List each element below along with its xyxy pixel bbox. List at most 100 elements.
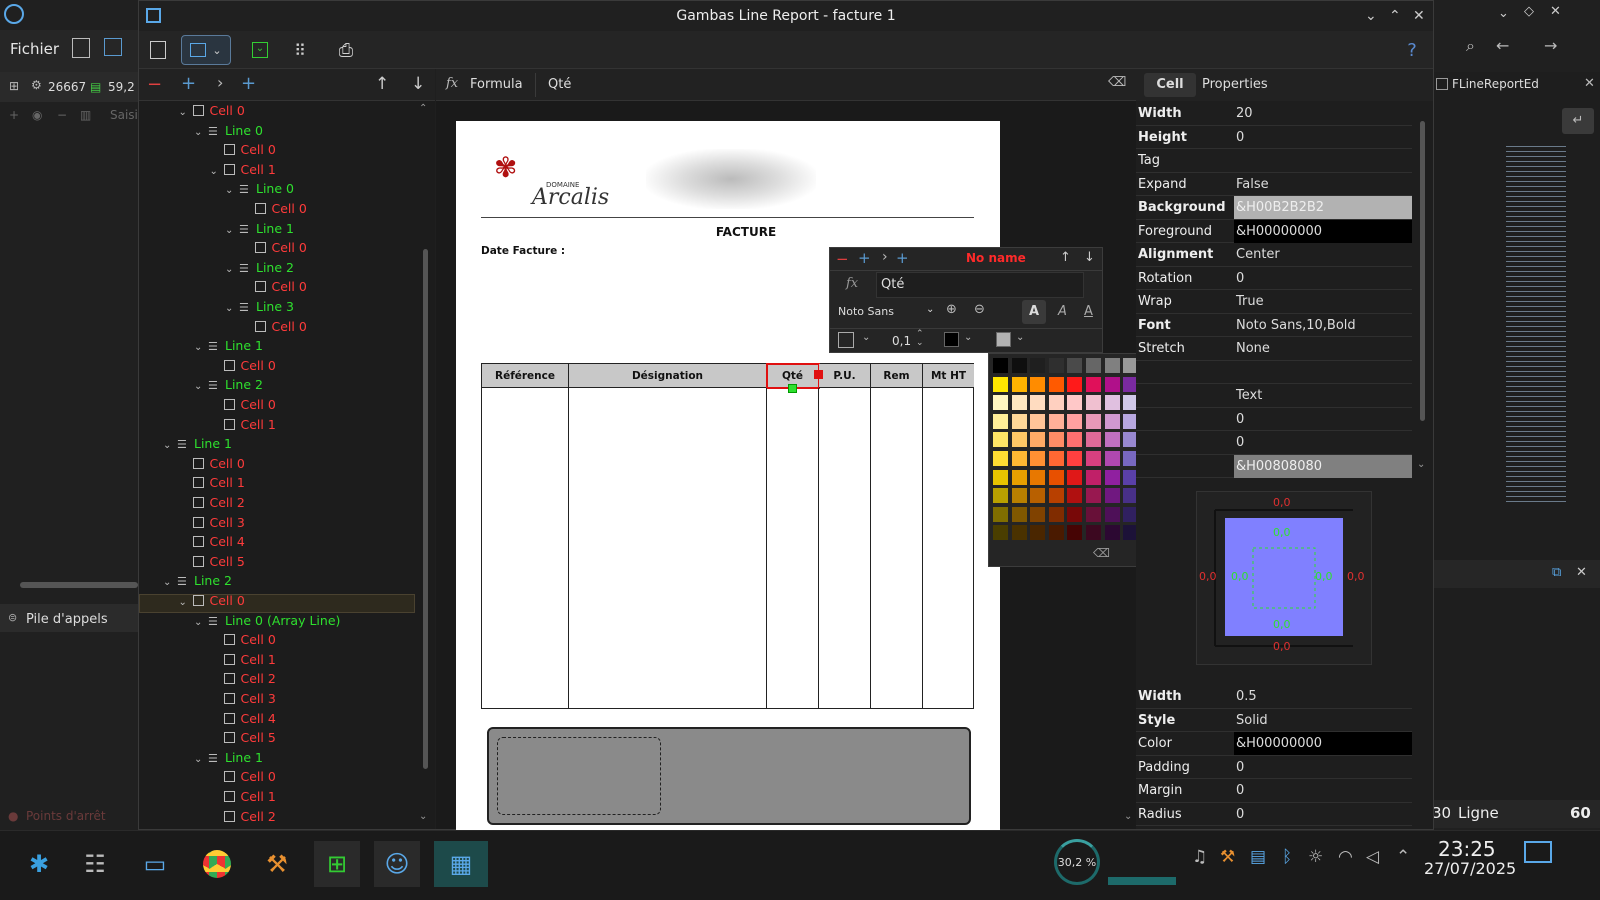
grid-icon[interactable]: ⠿ [285,35,315,65]
tray-expand-icon[interactable]: ⌃ [1396,847,1410,867]
add-node-icon[interactable]: + [181,73,196,94]
tree-row[interactable]: ⌄ ☰ Line 3 [225,297,294,317]
popup-formula-input[interactable]: Qté [876,272,1084,298]
files-icon[interactable]: ▭ [132,841,178,887]
move-up-icon[interactable]: ↑ [375,74,389,94]
property-row[interactable]: 0 [1136,408,1412,431]
property-value[interactable]: 0 [1234,803,1412,826]
color-swatch[interactable] [1048,395,1064,411]
tree-row[interactable]: ⌄ ☰ Line 0 [194,121,263,141]
tree-row[interactable]: Cell 2 [210,669,276,689]
color-swatch[interactable] [1048,488,1064,504]
color-swatch[interactable] [1104,358,1120,373]
property-row[interactable]: Alignment Center [1136,243,1412,267]
move-down-icon[interactable]: ↓ [411,74,425,94]
color-swatch[interactable] [1030,395,1046,411]
indent-icon[interactable]: › [882,249,888,265]
tree-row[interactable]: Cell 0 [179,454,245,474]
footer-box[interactable] [487,727,971,825]
property-value[interactable]: 0.5 [1234,685,1412,708]
tree-row[interactable]: Cell 1 [210,650,276,670]
property-row[interactable]: Foreground &H00000000 [1136,219,1412,243]
tree-row[interactable]: Cell 0 [241,277,307,297]
color-swatch[interactable] [993,358,1008,373]
bluetooth-icon[interactable]: ᛒ [1282,847,1292,867]
property-row[interactable]: Expand False [1136,173,1412,196]
open-report-button[interactable]: ⌄ [181,35,231,65]
property-row[interactable]: Width 20 [1136,102,1412,126]
clear-color-icon[interactable]: ⌫ [1093,546,1110,560]
property-row[interactable]: Stretch None [1136,337,1412,361]
tree-row[interactable]: Cell 0 [241,199,307,219]
color-swatch[interactable] [1011,395,1027,411]
remove-watch-icon[interactable]: − [57,108,67,122]
footer-inner-box[interactable] [497,737,661,815]
clipboard-icon[interactable]: ▤ [1250,847,1266,867]
spin-icon[interactable]: ⌃ ⌄ [916,330,924,348]
clock-date[interactable]: 27/07/2025 [1424,859,1516,878]
report-tree[interactable]: ⌄ Cell 0 ⌄ ☰ Line 0 Cell 0 ⌄ Cell 1 ⌄ ☰ Line 0 Cell… [139,101,435,829]
property-value[interactable] [1234,149,1412,172]
color-swatch[interactable] [1048,451,1064,466]
property-value[interactable]: 0 [1234,756,1412,779]
color-swatch[interactable] [1067,488,1083,504]
scroll-up-icon[interactable]: ⌃ [419,103,427,114]
color-swatch[interactable] [1104,488,1120,504]
external-icon[interactable]: ⧉ [1552,565,1561,580]
maximize-icon[interactable]: ⌃ [1389,1,1401,31]
new-report-icon[interactable] [143,35,173,65]
chevron-down-icon[interactable]: ⌄ [194,750,208,769]
toolbox-tray-icon[interactable]: ⚒ [1220,847,1235,867]
color-swatch[interactable] [1104,395,1120,411]
color-swatch[interactable] [1011,525,1027,541]
color-swatch[interactable] [993,451,1008,466]
chevron-down-icon[interactable]: ⌄ [194,123,208,142]
save-icon[interactable]: ⌄ [245,35,275,65]
chevron-down-icon[interactable]: ⌄ [1498,6,1509,21]
indent-icon[interactable]: › [217,73,223,92]
color-swatch[interactable] [1086,525,1101,541]
color-swatch[interactable] [1086,451,1101,466]
spreadsheet-icon[interactable]: ⊞ [314,841,360,887]
color-swatch[interactable] [993,525,1008,541]
property-value[interactable]: 0 [1234,126,1412,149]
wifi-icon[interactable]: ◠ [1338,847,1353,867]
close-tab-icon[interactable]: ✕ [1584,76,1595,91]
color-swatch[interactable] [1067,469,1083,485]
chevron-down-icon[interactable]: ⌄ [225,221,239,240]
close-icon[interactable]: ✕ [1413,1,1425,31]
color-swatch[interactable] [1086,432,1101,448]
color-swatch[interactable] [1067,506,1083,522]
move-up-icon[interactable]: ↑ [1060,250,1071,265]
property-value[interactable]: None [1234,337,1412,360]
property-value[interactable]: True [1234,290,1412,313]
tree-row[interactable]: Cell 5 [179,552,245,572]
color-swatch[interactable] [993,469,1008,485]
property-value[interactable]: 0 [1234,408,1412,431]
color-swatch[interactable] [1086,488,1101,504]
tree-row[interactable]: ⌄ ☰ Line 1 [194,336,263,356]
color-swatch[interactable] [1011,358,1027,373]
back-icon[interactable]: ← [1496,36,1509,55]
tree-row[interactable]: Cell 0 [210,140,276,160]
code-minimap[interactable] [1506,144,1566,504]
zoom-in-icon[interactable]: ⊕ [946,302,957,317]
props-scroll-down-icon[interactable]: ⌄ [1417,459,1425,470]
tree-row[interactable]: ⌄ Cell 0 [179,591,245,611]
zoom-out-icon[interactable]: ⊖ [974,302,985,317]
canvas-scroll-down-icon[interactable]: ⌄ [1124,811,1132,822]
remove-node-icon[interactable]: − [147,74,162,95]
property-value[interactable]: 0 [1234,779,1412,802]
chevron-down-icon[interactable]: ⌄ [225,181,239,200]
property-value[interactable] [1234,361,1412,384]
search-icon[interactable]: ⌕ [1466,36,1475,56]
property-value[interactable]: 20 [1234,102,1412,125]
property-value[interactable]: Center [1234,243,1412,266]
print-icon[interactable]: ⎙ [331,35,361,65]
property-row[interactable]: Background &H00B2B2B2 [1136,196,1412,220]
formula-input[interactable]: Qté [548,77,571,92]
chevron-down-icon[interactable]: ⌄ [163,573,177,592]
chevron-down-icon[interactable]: ⌄ [225,299,239,318]
close-console-icon[interactable]: ✕ [1576,565,1587,580]
color-swatch[interactable] [993,413,1008,429]
